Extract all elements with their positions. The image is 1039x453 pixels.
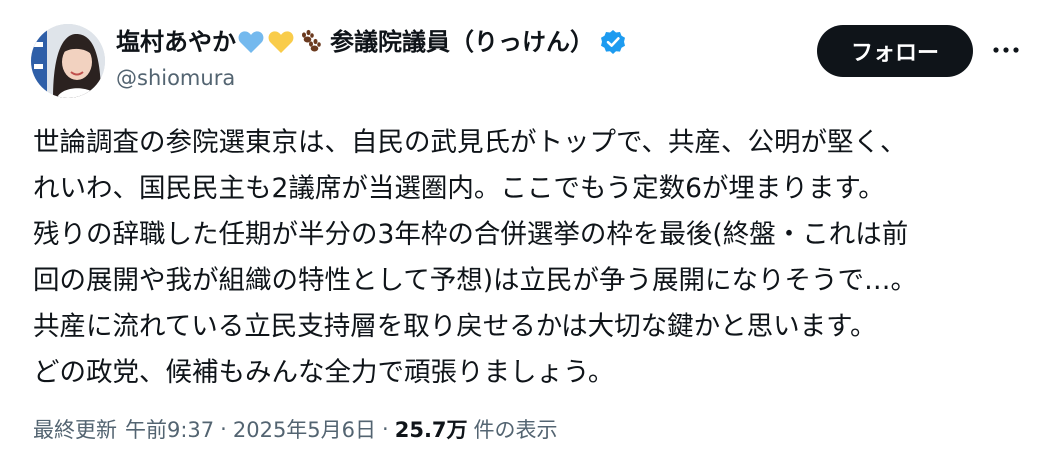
yellow-heart-icon <box>266 27 296 57</box>
display-name-row[interactable]: 塩村あやか 参議院議員（りっけん） <box>116 25 756 59</box>
tweet-text-line: 残りの辞職した任期が半分の3年枠の合併選挙の枠を最後(終盤・これは前 <box>33 219 909 250</box>
tweet-card: 塩村あやか 参議院議員（りっけん） @shiomura フォロー 世論調査の参院… <box>0 0 1039 453</box>
verified-badge-icon[interactable] <box>600 29 626 55</box>
views-count[interactable]: 25.7万 <box>395 414 468 444</box>
tweet-text: 世論調査の参院選東京は、自民の武見氏がトップで、共産、公明が堅く、 れいわ、国民… <box>33 120 1023 396</box>
tweet-text-line: 世論調査の参院選東京は、自民の武見氏がトップで、共産、公明が堅く、 <box>33 127 907 158</box>
tweet-text-line: れいわ、国民民主も2議席が当選圏内。ここでもう定数6が埋まります。 <box>33 173 885 204</box>
tweet-text-line: どの政党、候補もみんな全力で頑張りましょう。 <box>33 357 615 388</box>
avatar-image <box>31 24 105 98</box>
last-updated-label[interactable]: 最終更新 <box>33 414 117 444</box>
display-name: 塩村あやか <box>116 28 236 56</box>
display-name-title: 参議院議員（りっけん） <box>330 28 594 56</box>
tweet-text-line: 共産に流れている立民支持層を取り戻せるかは大切な鍵かと思います。 <box>33 311 877 342</box>
author-info: 塩村あやか 参議院議員（りっけん） @shiomura <box>116 25 756 93</box>
author-handle[interactable]: @shiomura <box>116 63 756 93</box>
tweet-meta: 最終更新 午前9:37 · 2025年5月6日 · 25.7万 件の表示 <box>33 413 558 445</box>
more-options-icon[interactable] <box>988 32 1024 68</box>
tweet-text-line: 回の展開や我が組織の特性として予想)は立民が争う展開になりそうで…。 <box>33 265 918 296</box>
tweet-date[interactable]: 2025年5月6日 <box>233 414 376 444</box>
views-label[interactable]: 件の表示 <box>474 414 558 444</box>
meta-separator: · <box>382 417 389 441</box>
avatar[interactable] <box>31 24 105 98</box>
tweet-time[interactable]: 午前9:37 <box>125 414 214 444</box>
light-blue-heart-icon <box>236 27 266 57</box>
follow-button[interactable]: フォロー <box>817 25 973 77</box>
meta-separator: · <box>220 417 227 441</box>
paw-prints-icon <box>296 27 326 57</box>
